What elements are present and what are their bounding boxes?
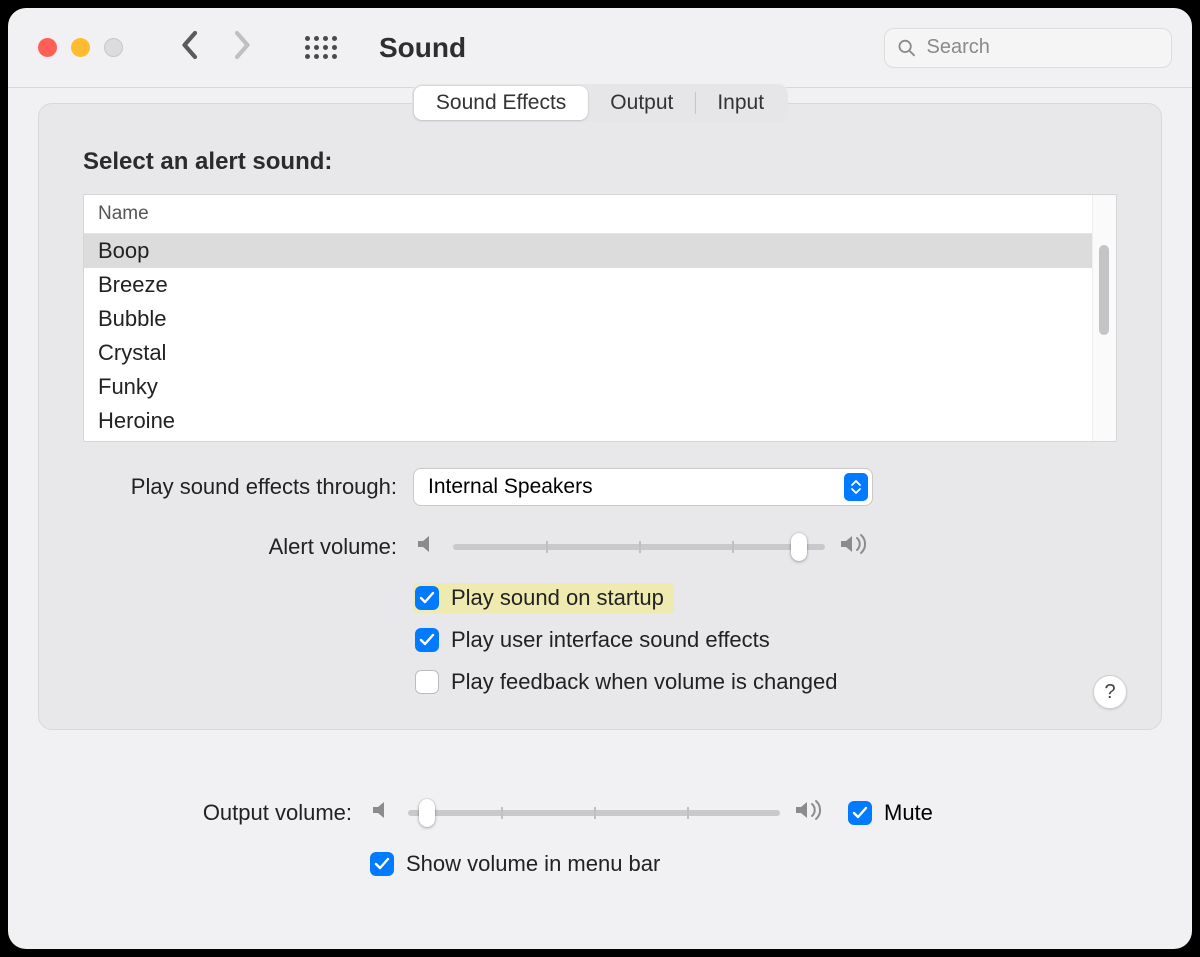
show-volume-menubar-checkbox[interactable]: [370, 852, 394, 876]
show-volume-menubar-row[interactable]: Show volume in menu bar: [368, 849, 670, 879]
mute-label: Mute: [884, 800, 933, 826]
minimize-window-button[interactable]: [71, 38, 90, 57]
tabs-segmented-control: Sound EffectsOutputInput: [412, 84, 788, 122]
alert-sound-row[interactable]: Funky: [84, 370, 1092, 404]
show-all-button[interactable]: [305, 36, 337, 59]
table-scrollbar[interactable]: [1092, 195, 1116, 441]
feedback-checkbox-row[interactable]: Play feedback when volume is changed: [413, 667, 847, 697]
alert-volume-label: Alert volume:: [83, 534, 413, 560]
speaker-high-icon: [839, 532, 873, 561]
output-volume-label: Output volume:: [38, 800, 368, 826]
speaker-low-icon: [413, 532, 439, 561]
show-volume-menubar-label: Show volume in menu bar: [406, 851, 660, 877]
scroll-thumb[interactable]: [1099, 245, 1109, 335]
tab-output[interactable]: Output: [588, 86, 695, 120]
column-header-name[interactable]: Name: [84, 195, 1092, 234]
alert-volume-thumb[interactable]: [791, 533, 807, 561]
nav-arrows: [179, 30, 253, 65]
sound-effects-card: Select an alert sound: Name BoopBreezeBu…: [38, 103, 1162, 730]
check-icon: [852, 806, 868, 820]
check-icon: [419, 591, 435, 605]
search-icon: [897, 37, 917, 59]
content-area: Select an alert sound: Name BoopBreezeBu…: [8, 88, 1192, 949]
ui-sound-checkbox[interactable]: [415, 628, 439, 652]
search-field[interactable]: [884, 28, 1172, 68]
ui-sound-label: Play user interface sound effects: [451, 627, 770, 653]
forward-button[interactable]: [233, 30, 253, 65]
back-button[interactable]: [179, 30, 199, 65]
pane-title: Sound: [379, 32, 466, 64]
chevron-left-icon: [179, 30, 199, 60]
chevron-right-icon: [233, 30, 253, 60]
alert-volume-slider-group: [413, 532, 873, 561]
help-icon: ?: [1104, 681, 1115, 704]
check-icon: [374, 857, 390, 871]
tab-sound-effects[interactable]: Sound Effects: [414, 86, 588, 120]
search-input[interactable]: [927, 36, 1159, 59]
startup-sound-checkbox[interactable]: [415, 586, 439, 610]
alert-sound-row[interactable]: Crystal: [84, 336, 1092, 370]
speaker-low-icon: [368, 798, 394, 827]
alert-sound-row[interactable]: Heroine: [84, 404, 1092, 438]
output-volume-slider-group: [368, 798, 828, 827]
output-volume-thumb[interactable]: [419, 799, 435, 827]
alert-sound-row[interactable]: Boop: [84, 234, 1092, 268]
traffic-lights: [38, 38, 123, 57]
zoom-window-button[interactable]: [104, 38, 123, 57]
select-stepper-icon: [844, 473, 868, 501]
mute-checkbox-row[interactable]: Mute: [848, 800, 933, 826]
help-button[interactable]: ?: [1093, 675, 1127, 709]
play-through-value: Internal Speakers: [428, 475, 593, 499]
tab-input[interactable]: Input: [695, 86, 786, 120]
startup-sound-checkbox-row[interactable]: Play sound on startup: [413, 583, 674, 613]
speaker-high-icon: [794, 798, 828, 827]
check-icon: [419, 633, 435, 647]
sound-prefpane-window: Sound Select an alert sound: Name BoopBr…: [8, 8, 1192, 949]
feedback-label: Play feedback when volume is changed: [451, 669, 837, 695]
feedback-checkbox[interactable]: [415, 670, 439, 694]
output-volume-slider[interactable]: [408, 810, 780, 816]
section-title: Select an alert sound:: [83, 148, 1117, 176]
play-through-select[interactable]: Internal Speakers: [413, 468, 873, 506]
close-window-button[interactable]: [38, 38, 57, 57]
alert-sound-table: Name BoopBreezeBubbleCrystalFunkyHeroine: [83, 194, 1117, 442]
alert-sound-row[interactable]: Breeze: [84, 268, 1092, 302]
mute-checkbox[interactable]: [848, 801, 872, 825]
play-through-label: Play sound effects through:: [83, 474, 413, 500]
toolbar: Sound: [8, 8, 1192, 88]
ui-sound-checkbox-row[interactable]: Play user interface sound effects: [413, 625, 780, 655]
alert-sound-row[interactable]: Bubble: [84, 302, 1092, 336]
startup-sound-label: Play sound on startup: [451, 585, 664, 611]
alert-volume-slider[interactable]: [453, 544, 825, 550]
